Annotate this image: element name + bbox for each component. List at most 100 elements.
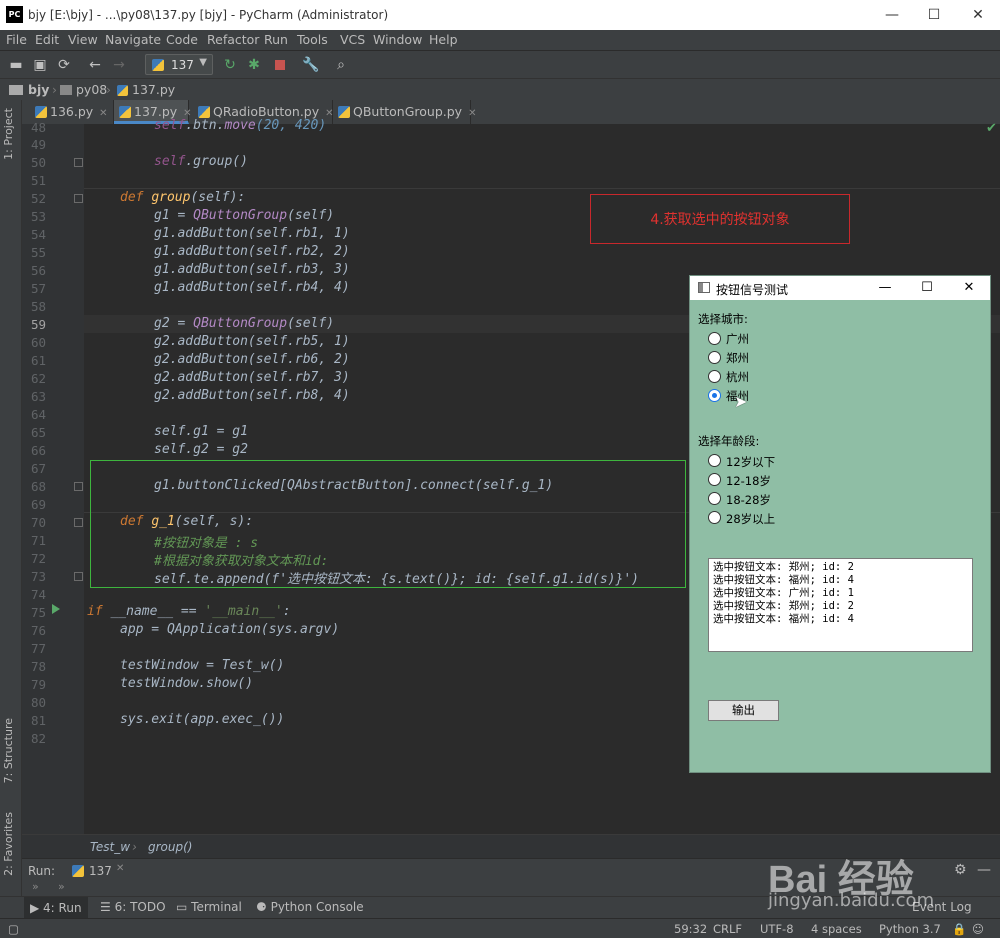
- line-separator[interactable]: CRLF: [713, 922, 742, 936]
- menu-edit[interactable]: Edit: [35, 32, 59, 47]
- radio-label[interactable]: 12岁以下: [726, 454, 775, 470]
- radio-city-1[interactable]: [708, 351, 721, 364]
- radio-label[interactable]: 18-28岁: [726, 492, 771, 508]
- expand-icon[interactable]: »: [58, 880, 65, 893]
- menu-help[interactable]: Help: [429, 32, 458, 47]
- radio-label[interactable]: 广州: [726, 331, 749, 347]
- close-tab-icon[interactable]: ✕: [468, 108, 476, 119]
- line-number: 50: [30, 155, 46, 170]
- search-icon[interactable]: ⌕: [333, 57, 349, 73]
- menu-vcs[interactable]: VCS: [340, 32, 365, 47]
- tab-todo[interactable]: ☰ 6: TODO: [100, 900, 166, 914]
- qt-close-button[interactable]: ✕: [954, 278, 984, 298]
- layout-icon[interactable]: ▢: [8, 922, 19, 936]
- favorites-tool-tab[interactable]: 2: Favorites: [2, 812, 15, 876]
- code-line-60: g2.addButton(self.rb5, 1): [154, 334, 350, 349]
- structure-tool-tab[interactable]: 7: Structure: [2, 718, 15, 783]
- back-arrow-icon[interactable]: ←: [87, 57, 103, 73]
- tab-terminal[interactable]: ▭ Terminal: [176, 900, 242, 914]
- qt-minimize-button[interactable]: —: [870, 278, 900, 298]
- radio-label[interactable]: 郑州: [726, 350, 749, 366]
- breadcrumb-project[interactable]: bjy: [28, 82, 49, 97]
- output-line: 选中按钮文本: 福州; id: 4: [713, 613, 854, 625]
- radio-label[interactable]: 杭州: [726, 369, 749, 385]
- run-config-tab[interactable]: 137: [89, 864, 112, 878]
- save-icon[interactable]: ▣: [32, 57, 48, 73]
- output-text-edit[interactable]: 选中按钮文本: 郑州; id: 2 选中按钮文本: 福州; id: 4 选中按钮…: [708, 558, 973, 652]
- python-interpreter[interactable]: Python 3.7: [879, 922, 941, 936]
- radio-city-3[interactable]: [708, 389, 721, 402]
- qt-window-title: 按钮信号测试: [716, 283, 789, 297]
- sync-icon[interactable]: ⟳: [56, 57, 72, 73]
- menu-file[interactable]: File: [6, 32, 27, 47]
- line-number: 79: [30, 677, 46, 692]
- menu-view[interactable]: View: [68, 32, 98, 47]
- cursor-position[interactable]: 59:32: [674, 922, 707, 936]
- tab-qbuttongroup-py[interactable]: QButtonGroup.py ✕: [333, 100, 476, 124]
- debug-bug-icon[interactable]: ✱: [246, 57, 262, 73]
- fold-marker-icon[interactable]: [74, 572, 83, 581]
- radio-age-2[interactable]: [708, 492, 721, 505]
- project-tool-tab[interactable]: 1: Project: [2, 108, 15, 160]
- tab-label: 136.py: [50, 104, 94, 119]
- run-config-label: 137: [171, 58, 194, 72]
- line-number: 69: [30, 497, 46, 512]
- radio-age-3[interactable]: [708, 511, 721, 524]
- code-line-75: if __name__ == '__main__':: [87, 604, 291, 619]
- stop-icon[interactable]: [272, 57, 288, 73]
- radio-label[interactable]: 12-18岁: [726, 473, 771, 489]
- menu-tools[interactable]: Tools: [297, 32, 328, 47]
- forward-arrow-icon[interactable]: →: [111, 57, 127, 73]
- age-group-label: 选择年龄段:: [698, 434, 760, 448]
- breadcrumb-file[interactable]: 137.py: [132, 82, 175, 97]
- expand-icon[interactable]: »: [32, 880, 39, 893]
- breadcrumb-separator-icon: ›: [106, 82, 111, 97]
- inspector-icon[interactable]: ☺: [972, 922, 984, 936]
- close-tab-icon[interactable]: ✕: [116, 863, 124, 874]
- breadcrumb-folder[interactable]: py08: [76, 82, 107, 97]
- line-number: 66: [30, 443, 46, 458]
- tab-run[interactable]: ▶ 4: Run: [24, 897, 88, 919]
- fold-marker-icon[interactable]: [74, 158, 83, 167]
- output-button[interactable]: 输出: [708, 700, 779, 721]
- rerun-icon[interactable]: ↻: [222, 57, 238, 73]
- line-number: 65: [30, 425, 46, 440]
- radio-city-2[interactable]: [708, 370, 721, 383]
- fold-marker-icon[interactable]: [74, 194, 83, 203]
- code-line-76: app = QApplication(sys.argv): [120, 622, 340, 637]
- lock-icon[interactable]: 🔒: [952, 922, 966, 936]
- menu-code[interactable]: Code: [166, 32, 198, 47]
- code-line-50: self.group(): [154, 154, 248, 169]
- left-tool-strip: 1: Project 7: Structure 2: Favorites: [0, 100, 22, 918]
- wrench-settings-icon[interactable]: 🔧: [302, 57, 319, 73]
- open-folder-icon[interactable]: ▬: [8, 57, 24, 73]
- breadcrumb-class[interactable]: Test_w: [90, 840, 130, 854]
- radio-city-0[interactable]: [708, 332, 721, 345]
- annotation-text: 4.获取选中的按钮对象: [650, 212, 790, 228]
- minimize-button[interactable]: —: [876, 4, 908, 26]
- maximize-button[interactable]: ☐: [918, 4, 950, 26]
- tab-python-console[interactable]: ⚈ Python Console: [256, 900, 364, 914]
- radio-age-0[interactable]: [708, 454, 721, 467]
- list-icon: ☰: [100, 900, 115, 914]
- menu-navigate[interactable]: Navigate: [105, 32, 161, 47]
- run-config-dropdown[interactable]: 137 ▼: [145, 54, 213, 75]
- menu-window[interactable]: Window: [373, 32, 422, 47]
- line-number: 59: [30, 317, 46, 332]
- qt-maximize-button[interactable]: ☐: [912, 278, 942, 298]
- file-encoding[interactable]: UTF-8: [760, 922, 794, 936]
- breadcrumb-method[interactable]: group(): [148, 840, 192, 854]
- output-line: 选中按钮文本: 郑州; id: 2: [713, 600, 854, 612]
- code-line-63: g2.addButton(self.rb8, 4): [154, 388, 350, 403]
- line-number: 82: [30, 731, 46, 746]
- menu-run[interactable]: Run: [264, 32, 288, 47]
- close-button[interactable]: ✕: [962, 4, 994, 26]
- run-gutter-icon[interactable]: [52, 604, 60, 614]
- fold-marker-icon[interactable]: [74, 482, 83, 491]
- fold-marker-icon[interactable]: [74, 518, 83, 527]
- menu-refactor[interactable]: Refactor: [207, 32, 259, 47]
- close-tab-icon[interactable]: ✕: [99, 108, 107, 119]
- radio-age-1[interactable]: [708, 473, 721, 486]
- indent-setting[interactable]: 4 spaces: [811, 922, 862, 936]
- radio-label[interactable]: 28岁以上: [726, 511, 775, 527]
